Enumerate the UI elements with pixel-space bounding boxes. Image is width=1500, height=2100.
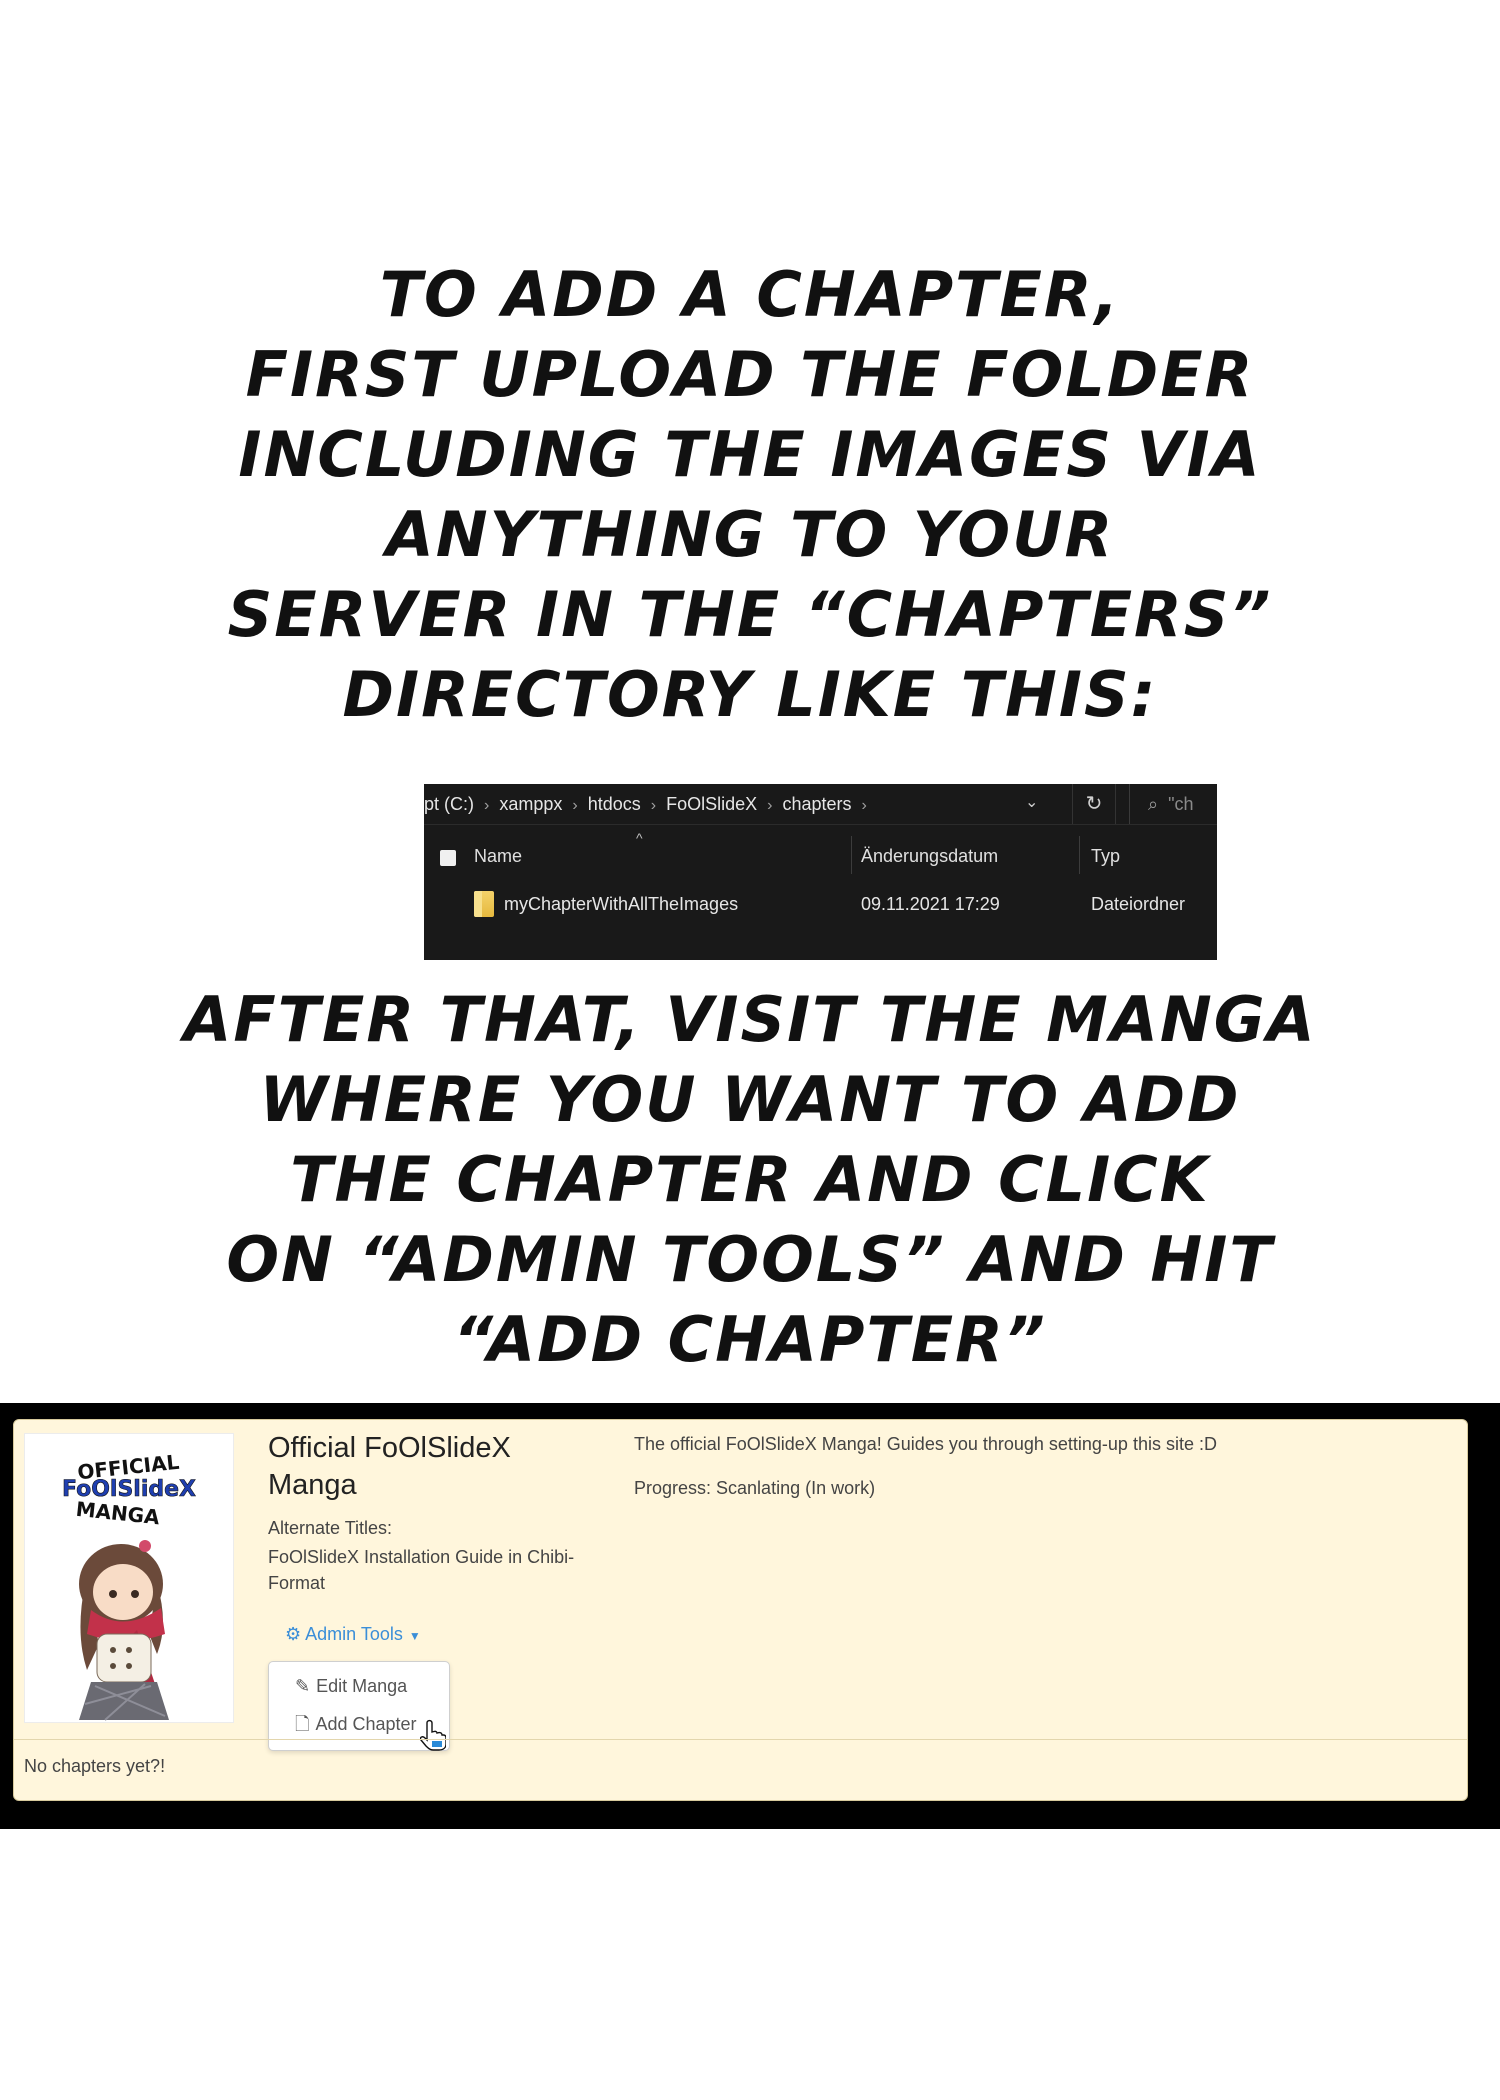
edit-manga-label: Edit Manga (316, 1676, 408, 1696)
file-row-type: Dateiordner (1091, 894, 1186, 914)
divider (14, 1739, 1467, 1740)
file-explorer-window: pt (C:) › xamppx › htdocs › FoOlSlideX › chapter… (424, 784, 1217, 960)
breadcrumb-chapters[interactable]: chapters (782, 794, 851, 815)
caption-line: first upload the folder (245, 338, 1255, 411)
manga-progress: Progress: Scanlating (In work) (634, 1478, 876, 1498)
folder-icon (474, 891, 494, 917)
manga-card: OFFICIAL FoOlSlideX MANGA Official FoOlS… (13, 1419, 1468, 1801)
gear-icon: ⚙ (285, 1624, 302, 1644)
edit-manga-menu-item[interactable]: ✎ Edit Manga (295, 1676, 407, 1697)
sort-up-icon: ^ (636, 830, 643, 846)
file-row-name[interactable]: myChapterWithAllTheImages (504, 894, 738, 915)
file-row-date: 09.11.2021 17:29 (861, 894, 1000, 914)
caption-line: anything to your (385, 498, 1115, 571)
alternate-titles-value: FoOlSlideX Installation Guide in Chibi-F… (268, 1547, 575, 1593)
caption-line: where you want to add (259, 1063, 1241, 1136)
alternate-titles-label: Alternate Titles: (268, 1518, 393, 1538)
column-header-type[interactable]: Typ (1091, 846, 1120, 867)
breadcrumb-foolslidex[interactable]: FoOlSlideX (666, 794, 757, 815)
search-input[interactable]: ⌕ "ch (1129, 784, 1217, 824)
file-plus-icon: 🗋 (295, 1714, 310, 1734)
caret-down-icon: ▼ (408, 1629, 421, 1643)
caption-line: on “Admin Tools” and hit (226, 1223, 1274, 1296)
search-placeholder: "ch (1168, 794, 1194, 814)
breadcrumb-xamppx[interactable]: xamppx (499, 794, 562, 815)
add-chapter-menu-item[interactable]: 🗋 Add Chapter (295, 1712, 417, 1742)
breadcrumb-htdocs[interactable]: htdocs (588, 794, 641, 815)
column-divider[interactable] (1079, 836, 1080, 874)
caption-top: To add a chapter, first upload the folde… (0, 255, 1500, 735)
search-icon: ⌕ (1148, 794, 1159, 814)
manga-title: Official FoOlSlideX Manga (268, 1432, 511, 1501)
breadcrumb-separator: › (484, 797, 490, 814)
breadcrumb-separator: › (572, 797, 578, 814)
caption-line: the chapter and click (290, 1143, 1210, 1216)
caption-bottom: After that, visit the manga where you wa… (0, 980, 1500, 1380)
manga-description: The official FoOlSlideX Manga! Guides yo… (634, 1434, 1217, 1454)
cover-illustration: OFFICIAL FoOlSlideX MANGA (62, 1450, 196, 1721)
breadcrumb-drive[interactable]: pt (C:) (424, 794, 474, 815)
breadcrumb-separator: › (767, 797, 773, 814)
breadcrumb-separator: › (861, 797, 867, 814)
column-header-date[interactable]: Änderungsdatum (861, 846, 998, 867)
select-all-checkbox[interactable] (440, 850, 456, 866)
manga-cover-image[interactable]: OFFICIAL FoOlSlideX MANGA (24, 1433, 234, 1723)
caption-line: To add a chapter, (379, 258, 1121, 331)
caption-line: including the images via (238, 418, 1262, 491)
hand-pointer-cursor-icon (420, 1719, 446, 1751)
caption-line: server in the “chapters” (227, 578, 1273, 651)
add-chapter-label: Add Chapter (315, 1714, 417, 1734)
refresh-icon[interactable]: ↻ (1072, 784, 1116, 824)
admin-tools-label: Admin Tools (305, 1624, 403, 1644)
pencil-icon: ✎ (295, 1676, 311, 1696)
caption-line: directory like this: (342, 658, 1158, 731)
caption-line: After that, visit the manga (183, 983, 1317, 1056)
admin-tools-dropdown-toggle[interactable]: ⚙ Admin Tools ▼ (285, 1624, 421, 1645)
breadcrumb-separator: › (650, 797, 657, 814)
address-bar[interactable]: pt (C:) › xamppx › htdocs › FoOlSlideX › chapter… (424, 784, 1217, 825)
breadcrumb: pt (C:) › xamppx › htdocs › FoOlSlideX › chapter… (424, 794, 877, 815)
column-divider[interactable] (851, 836, 852, 874)
caption-line: “Add Chapter” (453, 1303, 1047, 1376)
chevron-down-icon[interactable]: ⌄ (1025, 792, 1038, 812)
no-chapters-message: No chapters yet?! (24, 1756, 166, 1776)
column-header-name[interactable]: Name (474, 846, 522, 867)
